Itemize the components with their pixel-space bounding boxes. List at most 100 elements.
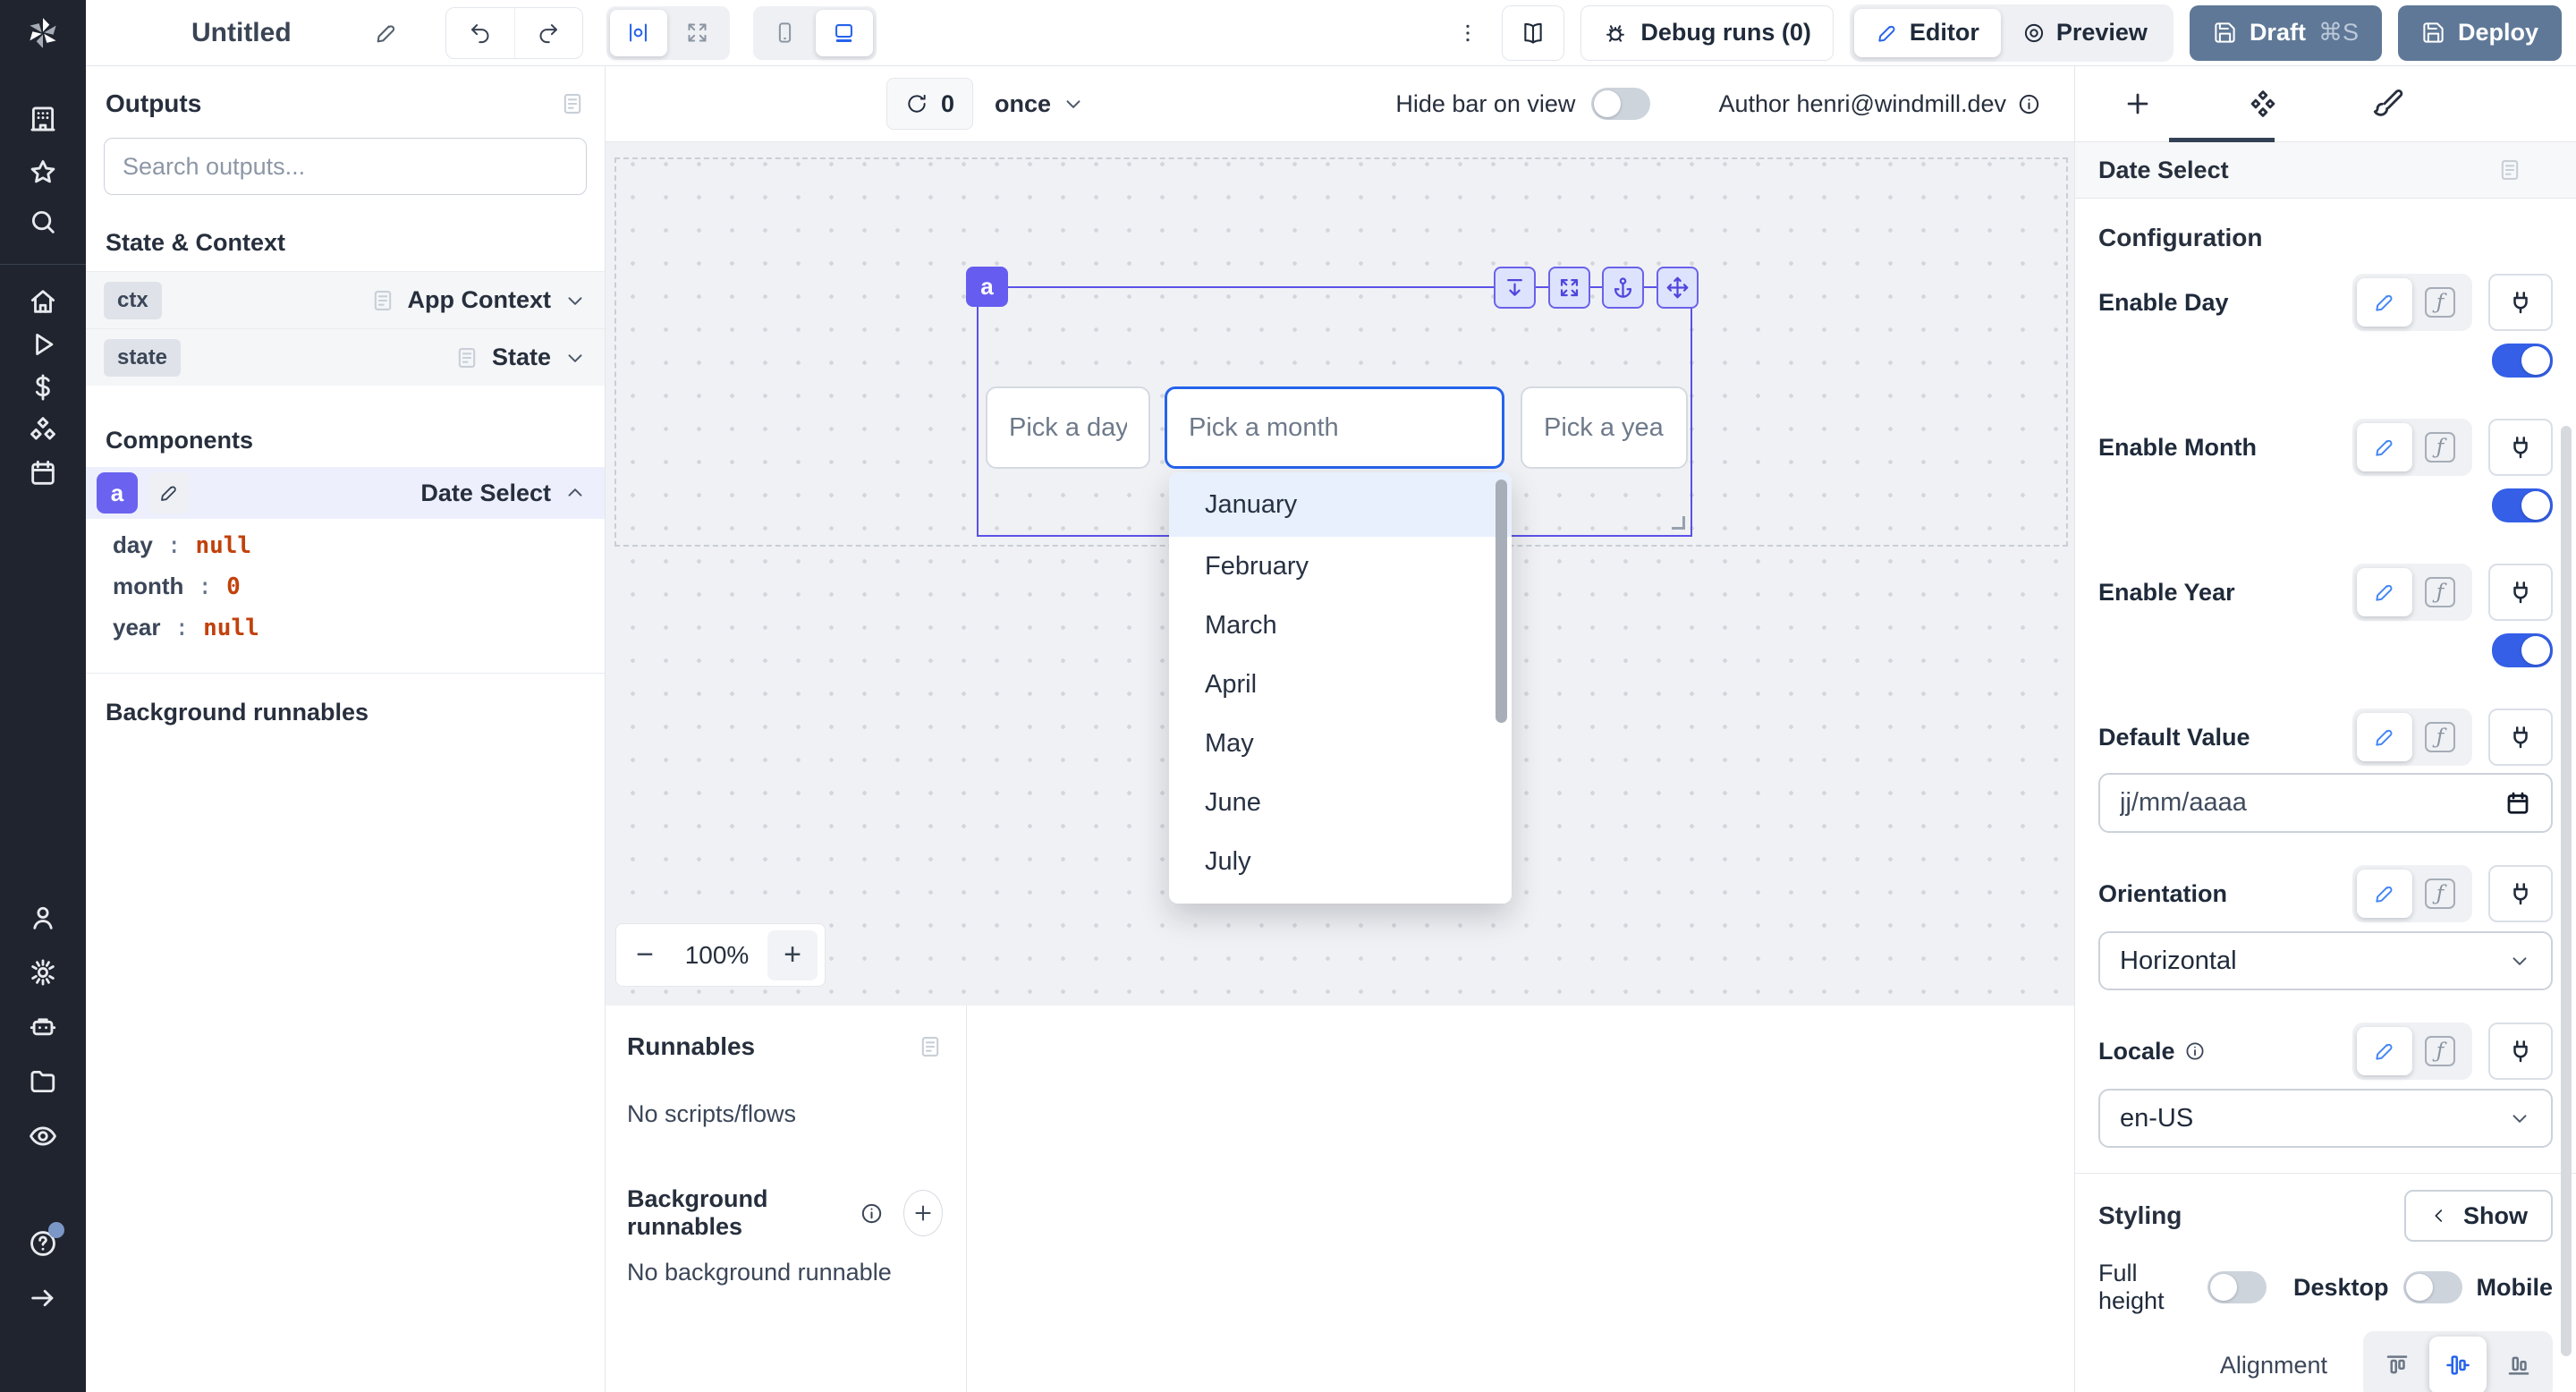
- enable-day-toggle[interactable]: [2492, 344, 2553, 378]
- schedules-calendar-icon[interactable]: [28, 458, 58, 488]
- month-option[interactable]: April: [1169, 655, 1512, 714]
- static-edit-pencil-button[interactable]: [2357, 423, 2412, 471]
- default-value-input[interactable]: [2120, 788, 2504, 818]
- function-expression-button[interactable]: ƒ: [2412, 1027, 2468, 1075]
- docs-book-button[interactable]: [1502, 5, 1564, 61]
- state-chevron-down-icon[interactable]: [564, 346, 587, 369]
- runs-play-icon[interactable]: [28, 329, 58, 360]
- ctx-row[interactable]: ctx App Context: [86, 271, 605, 328]
- orientation-select[interactable]: Horizontal: [2098, 931, 2553, 990]
- month-option[interactable]: February: [1169, 537, 1512, 596]
- workers-robot-icon[interactable]: [28, 1012, 58, 1042]
- month-input[interactable]: [1165, 386, 1504, 469]
- audit-eye-icon[interactable]: [28, 1121, 58, 1151]
- deploy-button[interactable]: Deploy: [2398, 5, 2562, 61]
- static-edit-pencil-button[interactable]: [2357, 568, 2412, 616]
- static-edit-pencil-button[interactable]: [2357, 278, 2412, 327]
- background-runnables-info-icon[interactable]: [860, 1201, 884, 1226]
- preview-tab[interactable]: Preview: [2001, 9, 2169, 57]
- resize-corner-handle[interactable]: [1672, 516, 1685, 530]
- connect-plug-button[interactable]: [2488, 1023, 2553, 1080]
- dropdown-scrollbar[interactable]: [1496, 480, 1507, 723]
- editor-tab[interactable]: Editor: [1854, 9, 2001, 57]
- collapse-arrow-icon[interactable]: [28, 1283, 58, 1313]
- output-line-day[interactable]: day : null: [113, 531, 605, 573]
- variables-dollar-icon[interactable]: [28, 372, 58, 403]
- full-height-toggle[interactable]: [2207, 1271, 2267, 1303]
- hide-bar-toggle[interactable]: [1591, 88, 1650, 120]
- month-option[interactable]: May: [1169, 714, 1512, 773]
- settings-gear-icon[interactable]: [28, 957, 58, 988]
- windmill-logo[interactable]: [0, 0, 86, 66]
- function-expression-button[interactable]: ƒ: [2412, 870, 2468, 918]
- more-menu-kebab-icon[interactable]: [1450, 8, 1486, 58]
- resources-cubes-icon[interactable]: [28, 415, 58, 446]
- enable-month-toggle[interactable]: [2492, 488, 2553, 522]
- anchor-handle[interactable]: [1602, 267, 1644, 309]
- static-edit-pencil-button[interactable]: [2357, 1027, 2412, 1075]
- month-option[interactable]: July: [1169, 832, 1512, 891]
- settings-doc-icon[interactable]: [2497, 157, 2522, 182]
- add-background-runnable-button[interactable]: [903, 1190, 943, 1236]
- centered-layout-button[interactable]: [610, 10, 667, 56]
- redo-button[interactable]: [514, 8, 582, 58]
- month-option[interactable]: March: [1169, 596, 1512, 655]
- connect-plug-button[interactable]: [2488, 564, 2553, 621]
- component-list-item[interactable]: a Date Select: [86, 467, 605, 519]
- debug-runs-button[interactable]: Debug runs (0): [1580, 5, 1834, 61]
- zoom-out-button[interactable]: −: [623, 930, 666, 980]
- component-settings-tab[interactable]: [2200, 66, 2326, 141]
- connect-plug-button[interactable]: [2488, 709, 2553, 766]
- zoom-in-button[interactable]: +: [767, 930, 818, 980]
- desktop-toggle[interactable]: [2403, 1271, 2462, 1303]
- desktop-device-button[interactable]: [816, 10, 873, 56]
- move-handle[interactable]: [1657, 267, 1699, 309]
- ctx-chevron-down-icon[interactable]: [564, 289, 587, 312]
- outputs-search-input[interactable]: [123, 153, 568, 181]
- month-option[interactable]: June: [1169, 773, 1512, 832]
- styling-tab[interactable]: [2326, 66, 2451, 141]
- outputs-doc-icon[interactable]: [560, 91, 585, 116]
- connect-plug-button[interactable]: [2488, 865, 2553, 922]
- folders-icon[interactable]: [28, 1066, 58, 1097]
- connect-plug-button[interactable]: [2488, 419, 2553, 476]
- author-info-icon[interactable]: [2017, 92, 2041, 116]
- styling-show-button[interactable]: Show: [2404, 1190, 2553, 1242]
- align-bottom-button[interactable]: [2490, 1337, 2547, 1392]
- locale-select[interactable]: en-US: [2098, 1089, 2553, 1148]
- enable-year-toggle[interactable]: [2492, 633, 2553, 667]
- user-icon[interactable]: [28, 903, 58, 933]
- component-id-tag[interactable]: a: [966, 267, 1008, 307]
- output-line-month[interactable]: month : 0: [113, 573, 605, 614]
- function-expression-button[interactable]: ƒ: [2412, 568, 2468, 616]
- rename-component-pencil-icon[interactable]: [148, 472, 190, 514]
- frequency-select[interactable]: once: [995, 90, 1085, 118]
- component-chevron-up-icon[interactable]: [564, 481, 587, 505]
- edit-title-pencil-icon[interactable]: [374, 21, 399, 46]
- insert-component-tab[interactable]: [2075, 66, 2200, 141]
- static-edit-pencil-button[interactable]: [2357, 870, 2412, 918]
- help-icon[interactable]: [28, 1228, 58, 1259]
- mobile-device-button[interactable]: [757, 10, 814, 56]
- outputs-search[interactable]: [104, 138, 587, 195]
- static-edit-pencil-button[interactable]: [2357, 713, 2412, 761]
- locale-info-icon[interactable]: [2184, 1040, 2206, 1062]
- panel-scrollbar[interactable]: [2561, 426, 2572, 1356]
- default-value-date-field[interactable]: [2098, 773, 2553, 833]
- align-top-button[interactable]: [2368, 1337, 2426, 1392]
- undo-button[interactable]: [446, 8, 514, 58]
- month-option[interactable]: August: [1169, 891, 1512, 904]
- month-option[interactable]: January: [1169, 472, 1512, 537]
- year-input[interactable]: [1521, 386, 1688, 469]
- calendar-icon[interactable]: [2504, 790, 2531, 817]
- align-center-button[interactable]: [2429, 1337, 2487, 1392]
- refresh-count-chip[interactable]: 0: [886, 78, 973, 130]
- maximize-handle[interactable]: [1548, 267, 1590, 309]
- function-expression-button[interactable]: ƒ: [2412, 278, 2468, 327]
- expand-down-handle[interactable]: [1494, 267, 1536, 309]
- connect-plug-button[interactable]: [2488, 274, 2553, 331]
- function-expression-button[interactable]: ƒ: [2412, 423, 2468, 471]
- fullscreen-layout-button[interactable]: [669, 10, 726, 56]
- home-icon[interactable]: [28, 286, 58, 317]
- favorites-star-icon[interactable]: [28, 157, 58, 188]
